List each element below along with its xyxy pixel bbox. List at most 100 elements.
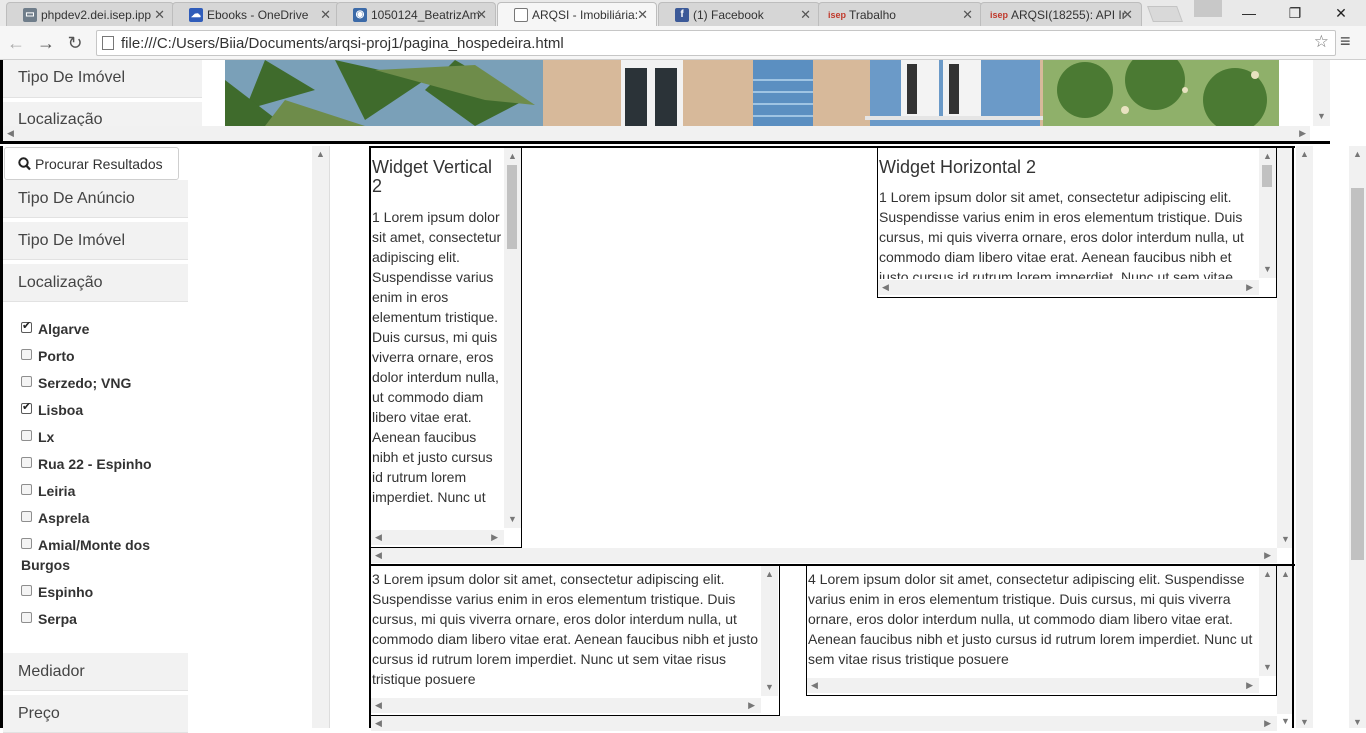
scroll-right-icon[interactable]: ▶: [1299, 129, 1306, 138]
minimize-button[interactable]: —: [1226, 0, 1272, 26]
browser-tab[interactable]: isep Trabalho ✕: [818, 2, 982, 26]
browser-tab[interactable]: ☁ Ebooks - OneDrive ✕: [172, 2, 340, 26]
location-checkbox[interactable]: [21, 538, 32, 549]
accordion-tipo-imovel[interactable]: Tipo De Imóvel: [3, 222, 188, 260]
browser-tab[interactable]: ▭ phpdev2.dei.isep.ipp ✕: [6, 2, 174, 26]
location-checkbox[interactable]: [21, 376, 32, 387]
scroll-down-icon[interactable]: ▼: [1263, 265, 1272, 274]
location-label[interactable]: Serpa: [38, 611, 77, 627]
accordion-mediador[interactable]: Mediador: [3, 653, 188, 691]
accordion-localizacao[interactable]: Localização: [3, 264, 188, 302]
location-label[interactable]: Asprela: [38, 510, 89, 526]
scroll-down-icon[interactable]: ▼: [1300, 718, 1309, 727]
scroll-thumb[interactable]: [1351, 188, 1364, 560]
restore-button[interactable]: ❐: [1272, 0, 1318, 26]
location-checkbox[interactable]: [21, 511, 32, 522]
accordion-tipo-anuncio[interactable]: Tipo De Anúncio: [3, 180, 188, 218]
horizontal-scrollbar[interactable]: ◀ ▶: [3, 126, 1310, 141]
vertical-scrollbar[interactable]: ▲ ▼: [761, 566, 778, 696]
reload-button[interactable]: ↻: [63, 31, 87, 55]
browser-tab-active[interactable]: ARQSI - Imobiliária: ✕: [497, 2, 657, 27]
browser-tab[interactable]: isep ARQSI(18255): API Ir ✕: [980, 2, 1142, 26]
browser-tab[interactable]: f (1) Facebook ✕: [658, 2, 820, 26]
scroll-left-icon[interactable]: ◀: [375, 551, 382, 560]
location-label-continuation[interactable]: Burgos: [21, 557, 70, 573]
location-checkbox[interactable]: [21, 585, 32, 596]
scroll-up-icon[interactable]: ▲: [316, 150, 325, 159]
vertical-scrollbar[interactable]: ▲ ▼: [504, 148, 521, 528]
page-vertical-scrollbar[interactable]: ▲ ▼: [1349, 146, 1366, 728]
scroll-down-icon[interactable]: ▼: [1263, 663, 1272, 672]
profile-icon[interactable]: [1194, 0, 1222, 17]
close-tab-icon[interactable]: ✕: [320, 7, 331, 23]
accordion-preco[interactable]: Preço: [3, 695, 188, 733]
scroll-down-icon[interactable]: ▼: [765, 683, 774, 692]
scroll-thumb[interactable]: [507, 165, 517, 249]
horizontal-scrollbar[interactable]: ◀ ▶: [371, 716, 1277, 731]
close-tab-icon[interactable]: ✕: [962, 7, 973, 23]
scroll-up-icon[interactable]: ▲: [1263, 570, 1272, 579]
scroll-up-icon[interactable]: ▲: [1300, 150, 1309, 159]
location-label[interactable]: Lisboa: [38, 402, 83, 418]
horizontal-scrollbar[interactable]: ◀ ▶: [807, 678, 1259, 693]
accordion-tipo-imovel[interactable]: Tipo De Imóvel: [3, 60, 202, 98]
vertical-scrollbar[interactable]: ▼: [1313, 60, 1330, 126]
scroll-up-icon[interactable]: ▲: [508, 152, 517, 161]
scroll-down-icon[interactable]: ▼: [1353, 718, 1362, 727]
vertical-scrollbar[interactable]: ▲: [312, 146, 329, 728]
horizontal-scrollbar[interactable]: ◀ ▶: [371, 530, 504, 545]
scroll-left-icon[interactable]: ◀: [7, 129, 14, 138]
close-window-button[interactable]: ✕: [1318, 0, 1364, 26]
scroll-left-icon[interactable]: ◀: [882, 283, 889, 292]
location-checkbox[interactable]: [21, 319, 32, 333]
location-label[interactable]: Algarve: [38, 321, 89, 337]
close-tab-icon[interactable]: ✕: [1122, 7, 1133, 23]
location-label[interactable]: Amial/Monte dos: [38, 537, 150, 553]
scroll-down-icon[interactable]: ▼: [508, 515, 517, 524]
back-button[interactable]: ←: [4, 31, 28, 55]
horizontal-scrollbar[interactable]: ◀ ▶: [371, 548, 1277, 563]
scroll-down-icon[interactable]: ▼: [1317, 112, 1326, 121]
scroll-left-icon[interactable]: ◀: [375, 701, 382, 710]
scroll-down-icon[interactable]: ▼: [1281, 535, 1290, 544]
vertical-scrollbar[interactable]: ▲ ▼: [1259, 148, 1276, 278]
close-tab-icon[interactable]: ✕: [476, 7, 487, 23]
location-label[interactable]: Espinho: [38, 584, 93, 600]
scroll-right-icon[interactable]: ▶: [1246, 283, 1253, 292]
scroll-left-icon[interactable]: ◀: [811, 681, 818, 690]
location-label[interactable]: Serzedo; VNG: [38, 375, 131, 391]
horizontal-scrollbar[interactable]: ◀ ▶: [878, 280, 1259, 295]
forward-button[interactable]: →: [34, 31, 58, 55]
scroll-thumb[interactable]: [1262, 165, 1272, 187]
scroll-left-icon[interactable]: ◀: [375, 533, 382, 542]
location-label[interactable]: Rua 22 - Espinho: [38, 456, 152, 472]
scroll-right-icon[interactable]: ▶: [1264, 719, 1271, 728]
location-checkbox[interactable]: [21, 349, 32, 360]
scroll-up-icon[interactable]: ▲: [765, 570, 774, 579]
scroll-up-icon[interactable]: ▲: [1281, 570, 1290, 579]
close-tab-icon[interactable]: ✕: [637, 7, 648, 23]
menu-icon[interactable]: ≡: [1340, 31, 1351, 52]
bookmark-star-icon[interactable]: ☆: [1314, 32, 1329, 52]
location-label[interactable]: Porto: [38, 348, 75, 364]
scroll-down-icon[interactable]: ▼: [1281, 717, 1290, 726]
location-label[interactable]: Leiria: [38, 483, 75, 499]
location-checkbox[interactable]: [21, 430, 32, 441]
scroll-up-icon[interactable]: ▲: [1263, 152, 1272, 161]
scroll-up-icon[interactable]: ▲: [1353, 150, 1362, 159]
horizontal-scrollbar[interactable]: ◀ ▶: [371, 698, 761, 713]
location-checkbox[interactable]: [21, 457, 32, 468]
new-tab-button[interactable]: [1147, 6, 1183, 22]
vertical-scrollbar[interactable]: ▲ ▼: [1296, 146, 1313, 728]
location-checkbox[interactable]: [21, 612, 32, 623]
location-checkbox[interactable]: [21, 484, 32, 495]
scroll-right-icon[interactable]: ▶: [1246, 681, 1253, 690]
location-label[interactable]: Lx: [38, 429, 54, 445]
scroll-left-icon[interactable]: ◀: [375, 719, 382, 728]
scroll-right-icon[interactable]: ▶: [1264, 551, 1271, 560]
browser-tab[interactable]: ◉ 1050124_BeatrizAm ✕: [336, 2, 496, 26]
address-bar[interactable]: file:///C:/Users/Biia/Documents/arqsi-pr…: [96, 30, 1336, 56]
close-tab-icon[interactable]: ✕: [800, 7, 811, 23]
scroll-right-icon[interactable]: ▶: [748, 701, 755, 710]
close-tab-icon[interactable]: ✕: [154, 7, 165, 23]
